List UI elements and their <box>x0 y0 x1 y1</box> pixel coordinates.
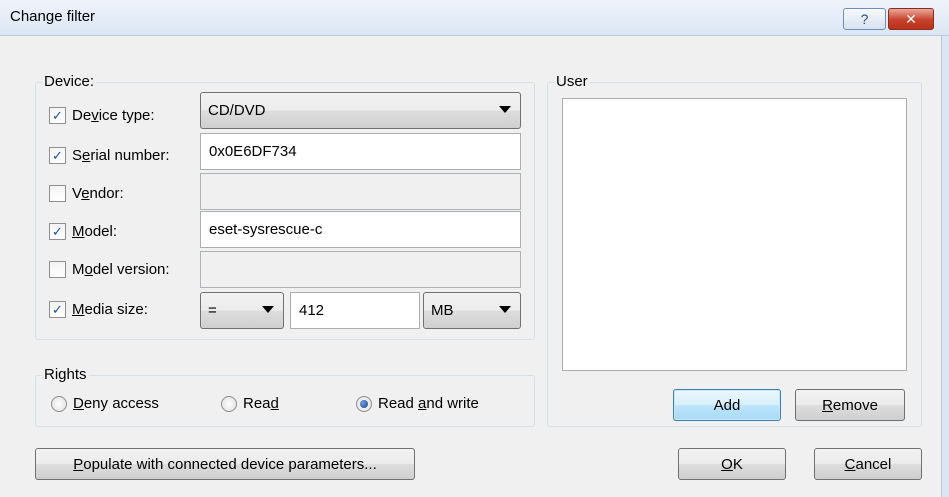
deny-access-radio[interactable] <box>51 395 67 412</box>
model-checkbox[interactable]: ✓ <box>49 222 66 240</box>
read-radio[interactable] <box>221 395 237 412</box>
model-label: Model: <box>72 222 118 240</box>
device-type-label: Device type: <box>72 106 155 124</box>
device-type-checkbox[interactable]: ✓ <box>49 106 66 124</box>
read-write-label: Read and write <box>378 395 479 412</box>
populate-button[interactable]: Populate with connected device parameter… <box>35 448 415 480</box>
deny-access-radio-row[interactable]: Deny access <box>51 395 159 412</box>
media-size-checkbox[interactable]: ✓ <box>49 300 66 318</box>
media-size-operator-select[interactable]: = <box>200 292 284 329</box>
help-button[interactable]: ? <box>843 8 886 30</box>
media-size-value: 412 <box>299 302 325 319</box>
vendor-label: Vendor: <box>72 184 124 202</box>
media-size-label: Media size: <box>72 300 148 318</box>
model-version-checkbox-row[interactable]: Model version: <box>49 258 170 280</box>
model-version-field[interactable] <box>200 251 521 288</box>
media-size-unit-select[interactable]: MB <box>423 292 521 329</box>
rights-group-title: Rights <box>42 366 89 383</box>
window-title: Change filter <box>10 8 96 25</box>
vendor-checkbox-row[interactable]: Vendor: <box>49 182 124 204</box>
close-button[interactable]: ✕ <box>888 8 934 30</box>
add-user-button[interactable]: Add <box>673 389 781 421</box>
ok-button[interactable]: OK <box>678 448 786 480</box>
serial-number-value: 0x0E6DF734 <box>209 143 297 160</box>
remove-user-button[interactable]: Remove <box>795 389 905 421</box>
model-checkbox-row[interactable]: ✓ Model: <box>49 220 117 242</box>
chevron-down-icon <box>499 306 511 313</box>
media-size-checkbox-row[interactable]: ✓ Media size: <box>49 298 148 320</box>
serial-number-checkbox-row[interactable]: ✓ Serial number: <box>49 144 170 166</box>
chevron-down-icon <box>499 106 511 113</box>
window-frame-edge <box>941 36 949 497</box>
model-field[interactable]: eset-sysrescue-c <box>200 211 521 248</box>
help-icon: ? <box>860 11 869 27</box>
read-radio-row[interactable]: Read <box>221 395 279 412</box>
title-bar: Change filter ? ✕ <box>0 0 949 36</box>
model-version-label: Model version: <box>72 260 170 278</box>
user-group-title: User <box>554 73 590 90</box>
read-write-radio-row[interactable]: Read and write <box>356 395 479 412</box>
serial-number-label: Serial number: <box>72 146 170 164</box>
device-type-value: CD/DVD <box>208 102 266 119</box>
serial-number-field[interactable]: 0x0E6DF734 <box>200 133 521 170</box>
serial-number-checkbox[interactable]: ✓ <box>49 146 66 164</box>
chevron-down-icon <box>262 306 274 313</box>
user-list[interactable] <box>562 98 907 371</box>
media-size-unit-value: MB <box>431 302 454 319</box>
close-icon: ✕ <box>905 10 917 27</box>
cancel-button[interactable]: Cancel <box>814 448 922 480</box>
device-group-title: Device: <box>42 73 97 90</box>
vendor-field[interactable] <box>200 173 521 210</box>
media-size-operator-value: = <box>208 302 217 319</box>
device-type-select[interactable]: CD/DVD <box>200 92 521 129</box>
model-value: eset-sysrescue-c <box>209 221 323 238</box>
deny-access-label: Deny access <box>73 395 159 412</box>
media-size-value-field[interactable]: 412 <box>290 292 420 329</box>
vendor-checkbox[interactable] <box>49 184 66 202</box>
read-write-radio[interactable] <box>356 395 372 412</box>
model-version-checkbox[interactable] <box>49 260 66 278</box>
read-label: Read <box>243 395 279 412</box>
device-type-checkbox-row[interactable]: ✓ Device type: <box>49 104 155 126</box>
